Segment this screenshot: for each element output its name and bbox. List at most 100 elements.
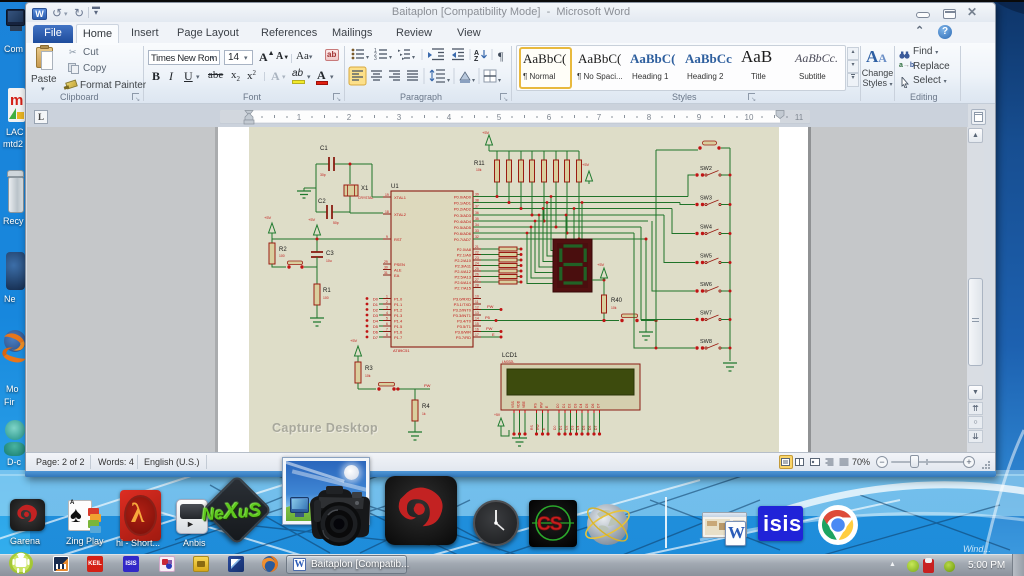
svg-text:4: 4	[447, 113, 452, 122]
svg-text:31: 31	[384, 271, 388, 275]
svg-text:SW8: SW8	[700, 339, 712, 345]
svg-text:+5V: +5V	[308, 217, 316, 222]
svg-text:SW5: SW5	[700, 254, 712, 260]
svg-text:Wind...: Wind...	[963, 544, 991, 554]
svg-text:P3.6/WR: P3.6/WR	[455, 330, 471, 335]
svg-text:▾: ▾	[447, 78, 450, 84]
svg-text:VSS: VSS	[511, 400, 515, 408]
svg-text:10: 10	[745, 113, 754, 122]
svg-text:35: 35	[475, 217, 479, 221]
svg-text:34: 34	[475, 223, 479, 227]
svg-text:P0.2/AD2: P0.2/AD2	[454, 207, 472, 212]
svg-text:RST: RST	[394, 237, 403, 242]
svg-text:P1.6: P1.6	[394, 330, 403, 335]
svg-text:VDD: VDD	[517, 400, 521, 408]
svg-text:+5V: +5V	[597, 262, 605, 267]
svg-text:R2: R2	[279, 247, 287, 253]
svg-text:25: 25	[475, 267, 479, 271]
svg-text:10: 10	[475, 295, 479, 299]
svg-text:C2: C2	[318, 199, 326, 205]
svg-text:LM032L: LM032L	[502, 360, 514, 364]
svg-text:100: 100	[323, 296, 329, 300]
svg-text:28: 28	[475, 284, 479, 288]
svg-text:SW3: SW3	[700, 196, 712, 202]
svg-text:P2.3/A11: P2.3/A11	[455, 264, 472, 269]
svg-text:33: 33	[475, 229, 479, 233]
svg-text:P5: P5	[485, 315, 491, 320]
svg-text:SW4: SW4	[700, 225, 712, 231]
svg-text:U1: U1	[391, 184, 399, 190]
svg-text:32: 32	[475, 235, 479, 239]
svg-text:7: 7	[597, 113, 602, 122]
svg-text:P0.0/AD0: P0.0/AD0	[454, 195, 472, 200]
svg-text:P1.7: P1.7	[394, 335, 403, 340]
svg-text:C1: C1	[320, 146, 328, 152]
svg-text:22: 22	[475, 251, 479, 255]
svg-text:P3.0/RXD: P3.0/RXD	[453, 297, 471, 302]
svg-text:C3: C3	[326, 251, 334, 257]
svg-text:P1.1: P1.1	[394, 302, 403, 307]
svg-text:¶: ¶	[498, 49, 504, 63]
svg-text:D5: D5	[373, 324, 379, 329]
svg-text:39: 39	[475, 193, 479, 197]
svg-text:RW: RW	[540, 402, 544, 408]
svg-text:D0: D0	[556, 404, 560, 408]
svg-text:AT89C51: AT89C51	[393, 348, 410, 353]
svg-text:D7: D7	[597, 404, 601, 408]
svg-text:+5V: +5V	[582, 162, 590, 167]
svg-text:D4: D4	[373, 319, 379, 324]
svg-text:37: 37	[475, 205, 479, 209]
svg-text:24: 24	[475, 262, 479, 266]
svg-text:5: 5	[386, 317, 388, 321]
svg-text:CRYSTAL: CRYSTAL	[358, 196, 373, 200]
svg-text:D4: D4	[579, 404, 583, 408]
svg-text:▾: ▾	[366, 55, 369, 61]
svg-text:14: 14	[475, 317, 479, 321]
svg-text:XTAL1: XTAL1	[394, 195, 407, 200]
svg-text:SW6: SW6	[700, 282, 712, 288]
svg-text:7: 7	[386, 328, 388, 332]
svg-text:D4: D4	[576, 426, 580, 430]
svg-text:P1.4: P1.4	[394, 319, 403, 324]
svg-text:▾: ▾	[412, 55, 415, 61]
svg-text:P2.7/A15: P2.7/A15	[455, 286, 472, 291]
svg-text:15: 15	[475, 322, 479, 326]
svg-text:P2.4/A12: P2.4/A12	[455, 269, 472, 274]
svg-text:30p: 30p	[320, 173, 326, 177]
svg-text:17: 17	[475, 333, 479, 337]
svg-text:PSEN: PSEN	[394, 262, 405, 267]
svg-text:ALE: ALE	[394, 268, 402, 273]
svg-text:13: 13	[475, 311, 479, 315]
svg-text:19: 19	[385, 193, 389, 197]
svg-text:+5V: +5V	[482, 130, 490, 135]
svg-text:Z: Z	[474, 56, 479, 63]
svg-text:D7: D7	[594, 426, 598, 430]
svg-text:10k: 10k	[365, 374, 371, 378]
svg-text:P1.5: P1.5	[394, 324, 403, 329]
svg-text:P1.2: P1.2	[394, 308, 403, 313]
svg-text:9: 9	[697, 113, 702, 122]
svg-text:R40: R40	[611, 298, 623, 304]
svg-text:D5: D5	[582, 426, 586, 430]
svg-text:5: 5	[497, 113, 502, 122]
svg-text:3: 3	[397, 113, 402, 122]
svg-text:P2.1/A9: P2.1/A9	[457, 253, 472, 258]
svg-text:P0.3/AD3: P0.3/AD3	[454, 213, 472, 218]
svg-text:+5V: +5V	[264, 215, 272, 220]
svg-text:1: 1	[386, 295, 388, 299]
svg-text:16: 16	[475, 328, 479, 332]
svg-text:P3.7/RD: P3.7/RD	[456, 335, 471, 340]
svg-text:PW: PW	[486, 326, 493, 331]
svg-text:LCD1: LCD1	[502, 353, 518, 359]
svg-text:RS: RS	[534, 403, 538, 408]
svg-text:E: E	[492, 332, 495, 337]
svg-text:P2.5/A13: P2.5/A13	[455, 275, 472, 280]
svg-text:D6: D6	[588, 426, 592, 430]
svg-text:D2: D2	[568, 404, 572, 408]
svg-text:10k: 10k	[611, 306, 617, 310]
svg-text:4: 4	[386, 311, 388, 315]
svg-text:6: 6	[547, 113, 552, 122]
svg-text:D0: D0	[373, 297, 379, 302]
svg-text:6: 6	[386, 322, 388, 326]
svg-text:36: 36	[475, 211, 479, 215]
